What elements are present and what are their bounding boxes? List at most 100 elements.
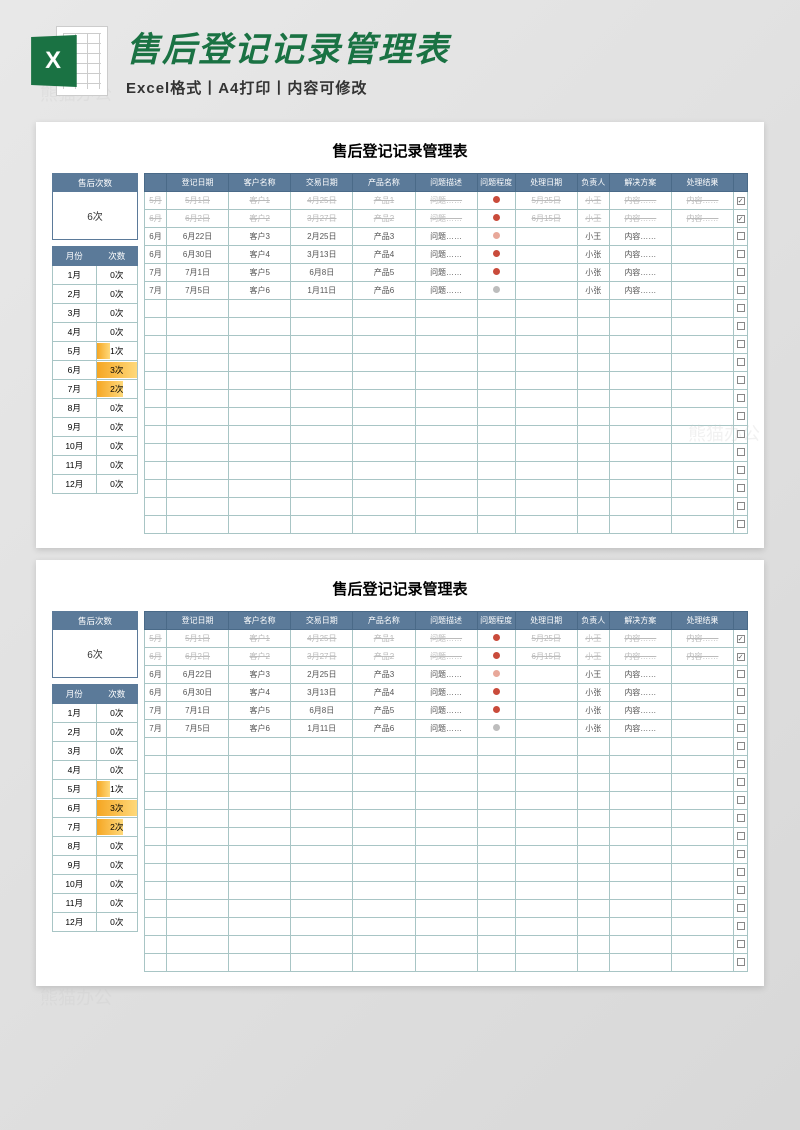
month-row: 4月0次 <box>53 323 138 342</box>
table-header-cell: 负责人 <box>577 174 609 192</box>
result-checkbox[interactable] <box>737 448 745 456</box>
result-checkbox[interactable] <box>737 430 745 438</box>
template-header: X 售后登记记录管理表 Excel格式丨A4打印丨内容可修改 <box>0 0 800 110</box>
result-checkbox[interactable] <box>737 304 745 312</box>
month-row: 2月0次 <box>53 285 138 304</box>
table-row <box>145 900 748 918</box>
main-title: 售后登记记录管理表 <box>126 22 770 71</box>
result-checkbox[interactable] <box>737 466 745 474</box>
result-checkbox[interactable] <box>737 958 745 966</box>
month-row: 10月0次 <box>53 437 138 456</box>
result-checkbox[interactable] <box>737 688 745 696</box>
table-row <box>145 498 748 516</box>
table-header-cell: 登记日期 <box>167 612 229 630</box>
severity-dot <box>493 286 500 293</box>
table-row: 5月5月1日客户14月25日产品1问题……5月25日小王内容……内容……✓ <box>145 192 748 210</box>
result-checkbox[interactable]: ✓ <box>737 635 745 643</box>
severity-dot <box>493 232 500 239</box>
result-checkbox[interactable] <box>737 358 745 366</box>
table-row <box>145 462 748 480</box>
table-row: 6月6月30日客户43月13日产品4问题……小张内容…… <box>145 246 748 264</box>
severity-dot <box>493 724 500 731</box>
table-row: 6月6月2日客户23月27日产品2问题……6月15日小王内容……内容……✓ <box>145 210 748 228</box>
table-row: 7月7月5日客户61月11日产品6问题……小张内容…… <box>145 720 748 738</box>
result-checkbox[interactable] <box>737 814 745 822</box>
table-header-cell: 负责人 <box>577 612 609 630</box>
month-row: 4月0次 <box>53 761 138 780</box>
table-row <box>145 480 748 498</box>
result-checkbox[interactable] <box>737 940 745 948</box>
month-row: 11月0次 <box>53 894 138 913</box>
result-checkbox[interactable] <box>737 706 745 714</box>
table-header-cell: 处理日期 <box>515 174 577 192</box>
month-row: 1月0次 <box>53 266 138 285</box>
result-checkbox[interactable] <box>737 778 745 786</box>
result-checkbox[interactable] <box>737 484 745 492</box>
severity-dot <box>493 670 500 677</box>
table-row <box>145 318 748 336</box>
result-checkbox[interactable] <box>737 904 745 912</box>
result-checkbox[interactable] <box>737 250 745 258</box>
result-checkbox[interactable]: ✓ <box>737 653 745 661</box>
result-checkbox[interactable] <box>737 922 745 930</box>
table-row <box>145 936 748 954</box>
result-checkbox[interactable] <box>737 832 745 840</box>
month-summary-table: 月份次数 1月0次2月0次3月0次4月0次5月1次6月3次7月2次8月0次9月0… <box>52 684 138 932</box>
result-checkbox[interactable] <box>737 376 745 384</box>
preview-page-2: 售后登记记录管理表 售后次数 6次 月份次数 1月0次2月0次3月0次4月0次5… <box>36 560 764 986</box>
table-row <box>145 954 748 972</box>
table-row <box>145 918 748 936</box>
table-row <box>145 408 748 426</box>
severity-dot <box>493 196 500 203</box>
result-checkbox[interactable] <box>737 268 745 276</box>
result-checkbox[interactable] <box>737 340 745 348</box>
table-header-cell <box>145 612 167 630</box>
stat-box: 售后次数 6次 <box>52 611 138 678</box>
table-row <box>145 792 748 810</box>
result-checkbox[interactable]: ✓ <box>737 197 745 205</box>
result-checkbox[interactable] <box>737 850 745 858</box>
result-checkbox[interactable] <box>737 502 745 510</box>
result-checkbox[interactable] <box>737 322 745 330</box>
stat-box: 售后次数 6次 <box>52 173 138 240</box>
result-checkbox[interactable]: ✓ <box>737 215 745 223</box>
table-header-cell: 处理结果 <box>671 612 733 630</box>
table-row: 7月7月1日客户56月8日产品5问题……小张内容…… <box>145 264 748 282</box>
table-row: 7月7月1日客户56月8日产品5问题……小张内容…… <box>145 702 748 720</box>
severity-dot <box>493 214 500 221</box>
stat-value: 6次 <box>53 192 137 239</box>
severity-dot <box>493 634 500 641</box>
result-checkbox[interactable] <box>737 520 745 528</box>
table-header-cell: 解决方案 <box>609 612 671 630</box>
result-checkbox[interactable] <box>737 868 745 876</box>
result-checkbox[interactable] <box>737 724 745 732</box>
table-header-cell: 交易日期 <box>291 174 353 192</box>
table-row: 5月5月1日客户14月25日产品1问题……5月25日小王内容……内容……✓ <box>145 630 748 648</box>
month-row: 11月0次 <box>53 456 138 475</box>
result-checkbox[interactable] <box>737 232 745 240</box>
month-row: 12月0次 <box>53 913 138 932</box>
table-header-cell: 问题程度 <box>477 174 515 192</box>
severity-dot <box>493 268 500 275</box>
severity-dot <box>493 706 500 713</box>
table-row <box>145 354 748 372</box>
page-title: 售后登记记录管理表 <box>52 578 748 599</box>
table-row: 6月6月22日客户32月25日产品3问题……小王内容…… <box>145 228 748 246</box>
month-row: 10月0次 <box>53 875 138 894</box>
result-checkbox[interactable] <box>737 760 745 768</box>
result-checkbox[interactable] <box>737 394 745 402</box>
table-header-cell: 登记日期 <box>167 174 229 192</box>
result-checkbox[interactable] <box>737 742 745 750</box>
result-checkbox[interactable] <box>737 796 745 804</box>
month-row: 6月3次 <box>53 361 138 380</box>
table-row <box>145 300 748 318</box>
result-checkbox[interactable] <box>737 886 745 894</box>
table-row <box>145 336 748 354</box>
result-checkbox[interactable] <box>737 412 745 420</box>
table-row <box>145 426 748 444</box>
result-checkbox[interactable] <box>737 670 745 678</box>
result-checkbox[interactable] <box>737 286 745 294</box>
month-row: 3月0次 <box>53 304 138 323</box>
table-row <box>145 756 748 774</box>
preview-page-1: 售后登记记录管理表 售后次数 6次 月份次数 1月0次2月0次3月0次4月0次5… <box>36 122 764 548</box>
